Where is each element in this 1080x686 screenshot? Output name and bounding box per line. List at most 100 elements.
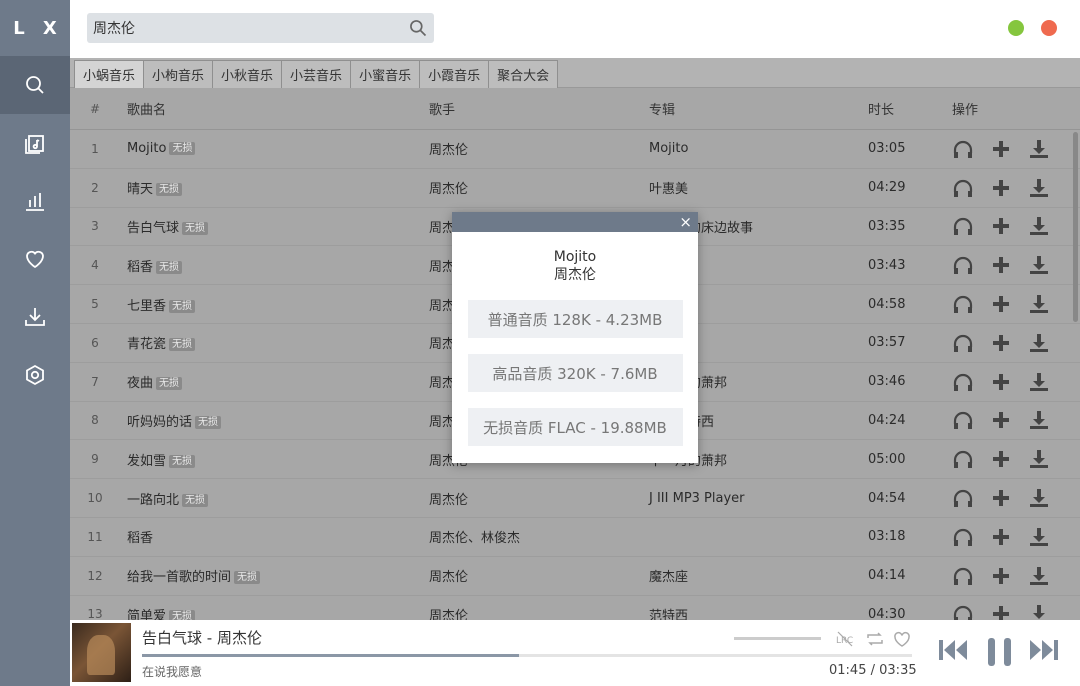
- next-button[interactable]: [1029, 637, 1059, 663]
- add-icon[interactable]: [990, 293, 1012, 315]
- prev-button[interactable]: [938, 637, 968, 663]
- tab-source-1[interactable]: 小枸音乐: [143, 60, 214, 88]
- headphones-icon[interactable]: [952, 177, 974, 199]
- sidebar-item-leaderboard[interactable]: [0, 172, 70, 230]
- headphones-icon[interactable]: [952, 332, 974, 354]
- table-row[interactable]: 1 Mojito 无损 周杰伦 Mojito 03:05: [70, 130, 1080, 169]
- album-cover[interactable]: [72, 623, 131, 682]
- headphones-icon[interactable]: [952, 603, 974, 620]
- add-icon[interactable]: [990, 565, 1012, 587]
- search-icon: [26, 76, 44, 94]
- add-icon[interactable]: [990, 409, 1012, 431]
- progress-bar[interactable]: [142, 654, 912, 657]
- tab-source-0[interactable]: 小蜗音乐: [74, 60, 145, 88]
- heart-icon: [26, 250, 44, 269]
- table-row[interactable]: 2 晴天 无损 周杰伦 叶惠美 04:29: [70, 169, 1080, 208]
- sidebar-item-settings[interactable]: [0, 346, 70, 404]
- lyric-toggle-button[interactable]: LRC: [835, 630, 855, 648]
- row-singer: 周杰伦: [429, 570, 469, 586]
- headphones-icon[interactable]: [952, 487, 974, 509]
- header-name: 歌曲名: [127, 103, 167, 118]
- headphones-icon[interactable]: [952, 138, 974, 160]
- download-icon[interactable]: [1028, 409, 1050, 431]
- download-icon[interactable]: [1028, 526, 1050, 548]
- song-name-text: 稻香: [127, 259, 154, 275]
- download-icon[interactable]: [1028, 565, 1050, 587]
- quality-option-flac[interactable]: 无损音质 FLAC - 19.88MB: [467, 408, 683, 446]
- tab-source-2[interactable]: 小秋音乐: [212, 60, 283, 88]
- download-icon[interactable]: [1028, 448, 1050, 470]
- download-icon[interactable]: [1028, 371, 1050, 393]
- row-duration: 03:18: [868, 529, 906, 545]
- volume-slider[interactable]: [734, 637, 821, 640]
- sidebar-item-favorites[interactable]: [0, 230, 70, 288]
- headphones-icon[interactable]: [952, 565, 974, 587]
- add-icon[interactable]: [990, 138, 1012, 160]
- table-header: # 歌曲名 歌手 专辑 时长 操作: [70, 88, 1080, 130]
- download-icon[interactable]: [1028, 215, 1050, 237]
- add-icon[interactable]: [990, 215, 1012, 237]
- add-icon[interactable]: [990, 487, 1012, 509]
- favorite-button[interactable]: [892, 630, 912, 648]
- lossless-badge: 无损: [156, 183, 183, 197]
- download-icon[interactable]: [1028, 487, 1050, 509]
- add-icon[interactable]: [990, 603, 1012, 620]
- sidebar-item-search[interactable]: [0, 56, 70, 114]
- tab-source-3[interactable]: 小芸音乐: [281, 60, 352, 88]
- tab-source-6[interactable]: 聚合大会: [488, 60, 559, 88]
- download-icon[interactable]: [1028, 254, 1050, 276]
- tab-source-4[interactable]: 小蜜音乐: [350, 60, 421, 88]
- headphones-icon[interactable]: [952, 215, 974, 237]
- loop-mode-button[interactable]: [865, 630, 885, 648]
- row-num: 1: [91, 141, 99, 156]
- lossless-badge: 无损: [182, 493, 209, 507]
- add-icon[interactable]: [990, 177, 1012, 199]
- lossless-badge: 无损: [156, 260, 183, 274]
- tab-source-5[interactable]: 小霞音乐: [419, 60, 490, 88]
- download-icon[interactable]: [1028, 332, 1050, 354]
- song-name-text: 夜曲: [127, 376, 154, 392]
- table-row[interactable]: 12 给我一首歌的时间 无损 周杰伦 魔杰座 04:14: [70, 557, 1080, 596]
- download-icon[interactable]: [1028, 293, 1050, 315]
- add-icon[interactable]: [990, 448, 1012, 470]
- row-num: 3: [91, 219, 99, 234]
- headphones-icon[interactable]: [952, 526, 974, 548]
- table-row[interactable]: 10 一路向北 无损 周杰伦 J III MP3 Player 04:54: [70, 479, 1080, 518]
- search-input[interactable]: [87, 13, 397, 43]
- scrollbar[interactable]: [1073, 132, 1078, 322]
- add-icon[interactable]: [990, 371, 1012, 393]
- headphones-icon[interactable]: [952, 448, 974, 470]
- table-row[interactable]: 13 简单爱 无损 周杰伦 范特西 04:30: [70, 596, 1080, 620]
- row-song-name: 稻香 无损: [120, 256, 422, 275]
- download-icon[interactable]: [1028, 177, 1050, 199]
- headphones-icon[interactable]: [952, 293, 974, 315]
- row-duration: 05:00: [868, 451, 906, 467]
- row-num: 11: [87, 529, 103, 544]
- app-logo: L X: [13, 17, 63, 39]
- minimize-button[interactable]: [1008, 20, 1024, 36]
- row-song-name: 告白气球 无损: [120, 217, 422, 236]
- sidebar-item-download[interactable]: [0, 288, 70, 346]
- row-song-name: Mojito 无损: [120, 141, 422, 156]
- dialog-song-title: Mojito: [553, 249, 597, 265]
- download-icon[interactable]: [1028, 138, 1050, 160]
- table-row[interactable]: 11 稻香 周杰伦、林俊杰 03:18: [70, 518, 1080, 557]
- close-button[interactable]: [1041, 20, 1057, 36]
- row-num: 13: [87, 607, 103, 620]
- add-icon[interactable]: [990, 526, 1012, 548]
- add-icon[interactable]: [990, 332, 1012, 354]
- headphones-icon[interactable]: [952, 371, 974, 393]
- headphones-icon[interactable]: [952, 254, 974, 276]
- pause-button[interactable]: [985, 637, 1015, 667]
- leaderboard-icon: [26, 193, 44, 211]
- add-icon[interactable]: [990, 254, 1012, 276]
- headphones-icon[interactable]: [952, 409, 974, 431]
- search-icon[interactable]: [408, 18, 428, 38]
- lrc-icon: LRC: [836, 631, 853, 647]
- dialog-close-icon[interactable]: ×: [679, 214, 692, 230]
- quality-option-128k[interactable]: 普通音质 128K - 4.23MB: [467, 300, 683, 338]
- download-icon[interactable]: [1028, 603, 1050, 620]
- sidebar-item-song-list[interactable]: [0, 114, 70, 172]
- row-album: J III MP3 Player: [649, 490, 745, 506]
- quality-option-320k[interactable]: 高品音质 320K - 7.6MB: [467, 354, 683, 392]
